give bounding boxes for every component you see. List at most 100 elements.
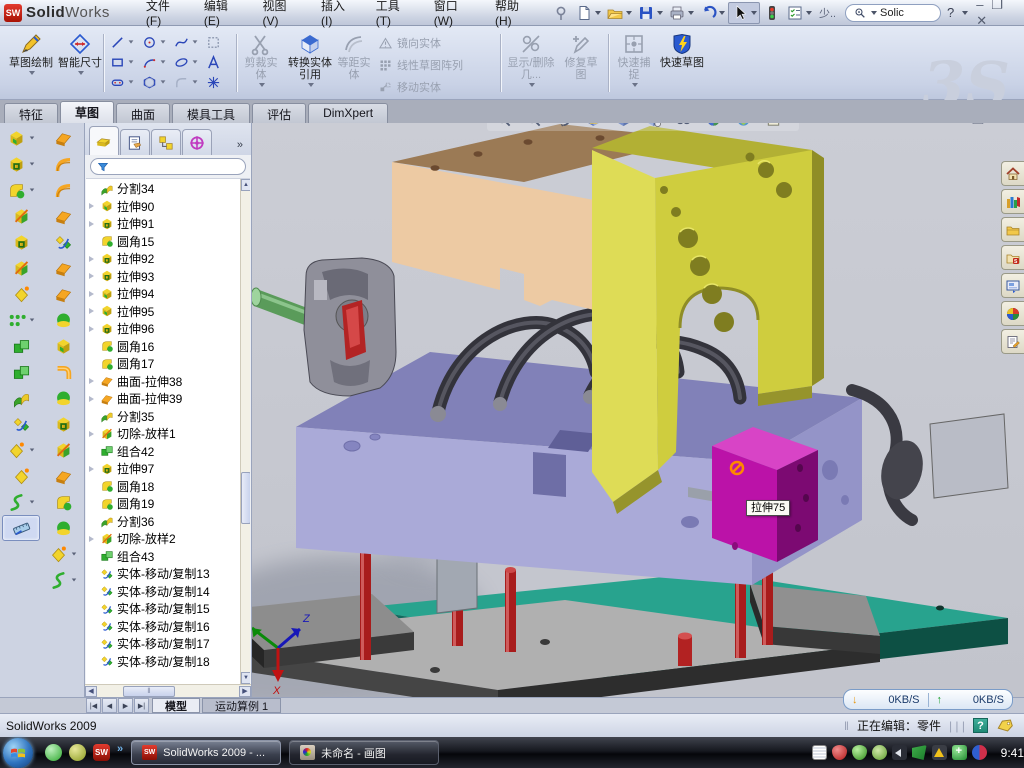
- view-tool-button[interactable]: [585, 123, 611, 128]
- tray-icon[interactable]: [872, 745, 887, 760]
- toolbar-button[interactable]: [44, 281, 82, 307]
- toolbar-button[interactable]: [44, 255, 82, 281]
- display-delete-relations-button[interactable]: 显示/删除几...: [506, 30, 556, 94]
- sketch-entity-button[interactable]: [106, 52, 138, 72]
- model-canvas[interactable]: Y Z X: [252, 123, 1024, 697]
- feature-tree-item[interactable]: 圆角15: [86, 233, 250, 251]
- search-dropdown-icon[interactable]: [871, 11, 877, 15]
- command-tab[interactable]: 特征: [4, 103, 58, 123]
- quick-toolbar-button[interactable]: [815, 3, 837, 23]
- feature-tree-item[interactable]: 实体-移动/复制13: [86, 565, 250, 583]
- feature-tree-item[interactable]: 实体-移动/复制17: [86, 635, 250, 653]
- feature-tree-item[interactable]: 拉伸95: [86, 303, 250, 321]
- feature-tree-item[interactable]: 拉伸91: [86, 215, 250, 233]
- tab-nav-button[interactable]: ◀: [102, 698, 117, 713]
- quick-toolbar-button[interactable]: [784, 3, 814, 23]
- model-fittings-right[interactable]: [852, 390, 1008, 520]
- feature-tree-item[interactable]: 实体-移动/复制14: [86, 583, 250, 601]
- taskbar-window-button[interactable]: SWSolidWorks 2009 - ...: [131, 740, 281, 765]
- mirror-entities-button[interactable]: 镜向实体: [378, 33, 494, 53]
- toolbar-button[interactable]: [44, 541, 82, 567]
- toolbar-button[interactable]: [44, 333, 82, 359]
- graphics-viewport[interactable]: Y Z X –❐✕ 拉伸75: [252, 123, 1024, 697]
- feature-tree-item[interactable]: 圆角17: [86, 355, 250, 373]
- move-entities-button[interactable]: 移动实体: [378, 77, 494, 97]
- tray-icon[interactable]: [952, 745, 967, 760]
- menu-item[interactable]: 帮助(H): [483, 0, 540, 32]
- feature-tree-item[interactable]: 组合43: [86, 548, 250, 566]
- start-button[interactable]: [3, 738, 33, 768]
- tray-icon[interactable]: [972, 745, 987, 760]
- dropdown-arrow-icon[interactable]: [688, 11, 694, 15]
- toolbar-button[interactable]: [2, 333, 40, 359]
- toolbar-button[interactable]: [2, 515, 40, 541]
- quick-toolbar-button[interactable]: [604, 3, 634, 23]
- task-pane-tab[interactable]: [1001, 161, 1024, 186]
- toolbar-button[interactable]: [2, 281, 40, 307]
- quick-toolbar-button[interactable]: [635, 3, 665, 23]
- dropdown-arrow-icon[interactable]: [626, 11, 632, 15]
- trim-entities-button[interactable]: 剪裁实体: [240, 30, 282, 94]
- toolbar-button[interactable]: [2, 437, 40, 463]
- quick-snaps-button[interactable]: 快速捕捉: [613, 30, 655, 94]
- sketch-entity-button[interactable]: [138, 72, 170, 92]
- scroll-down-icon[interactable]: ▼: [241, 672, 250, 684]
- tab-nav-button[interactable]: ▶: [118, 698, 133, 713]
- view-tool-button[interactable]: [735, 123, 761, 128]
- feature-tree-item[interactable]: 切除-放样2: [86, 530, 250, 548]
- sketch-button[interactable]: 草图绘制: [8, 30, 54, 94]
- feature-tree-item[interactable]: 实体-移动/复制16: [86, 618, 250, 636]
- quicklaunch-more-button[interactable]: »: [117, 743, 123, 755]
- repair-sketch-button[interactable]: 修复草图: [560, 30, 602, 94]
- feature-tree-item[interactable]: 拉伸90: [86, 198, 250, 216]
- expand-arrow-icon[interactable]: [89, 536, 97, 542]
- expand-arrow-icon[interactable]: [89, 221, 97, 227]
- toolbar-button[interactable]: [44, 359, 82, 385]
- doc-close-button[interactable]: ✕: [994, 123, 1016, 127]
- scroll-up-icon[interactable]: ▲: [241, 179, 250, 191]
- scrollbar-thumb[interactable]: ⫴: [123, 686, 175, 697]
- expand-arrow-icon[interactable]: [89, 273, 97, 279]
- feature-tree-item[interactable]: 分割36: [86, 513, 250, 531]
- search-box[interactable]: [845, 4, 941, 22]
- toolbar-button[interactable]: [2, 177, 40, 203]
- task-pane-tab[interactable]: [1001, 217, 1024, 242]
- model-sprue-bushing-gray[interactable]: [252, 258, 396, 396]
- view-tool-button[interactable]: [765, 123, 791, 128]
- command-tab[interactable]: DimXpert: [308, 103, 388, 123]
- tray-icon[interactable]: [812, 745, 827, 760]
- toolbar-button[interactable]: [44, 463, 82, 489]
- sketch-entity-button[interactable]: [170, 72, 202, 92]
- toolbar-button[interactable]: [2, 411, 40, 437]
- doc-minimize-button[interactable]: –: [954, 123, 972, 127]
- minimize-button[interactable]: –: [976, 0, 985, 12]
- task-pane-tab[interactable]: [1001, 245, 1024, 270]
- doc-restore-button[interactable]: ❐: [972, 123, 995, 127]
- view-tool-button[interactable]: [525, 123, 551, 128]
- feature-tree-item[interactable]: 拉伸93: [86, 268, 250, 286]
- feature-manager-tab[interactable]: [89, 126, 119, 155]
- toolbar-button[interactable]: [2, 463, 40, 489]
- quick-toolbar-button[interactable]: [697, 3, 727, 23]
- more-tabs-button[interactable]: »: [237, 139, 249, 155]
- task-pane-tab[interactable]: [1001, 301, 1024, 326]
- command-tab[interactable]: 草图: [60, 101, 114, 123]
- feature-manager-tab[interactable]: [120, 129, 150, 155]
- toolbar-button[interactable]: [44, 437, 82, 463]
- smart-dimension-button[interactable]: 智能尺寸: [58, 30, 102, 94]
- tab-motion-study[interactable]: 运动算例 1: [202, 698, 281, 713]
- toolbar-button[interactable]: [44, 385, 82, 411]
- toolbar-button[interactable]: [2, 489, 40, 515]
- tray-icon[interactable]: [912, 745, 927, 760]
- view-tool-button[interactable]: [675, 123, 701, 128]
- toolbar-button[interactable]: [44, 515, 82, 541]
- expand-arrow-icon[interactable]: [89, 396, 97, 402]
- sketch-entity-button[interactable]: [106, 72, 138, 92]
- task-pane-tab[interactable]: [1001, 189, 1024, 214]
- quick-toolbar-button[interactable]: [573, 3, 603, 23]
- help-dropdown-icon[interactable]: [962, 11, 968, 15]
- toolbar-button[interactable]: [44, 203, 82, 229]
- menu-item[interactable]: 文件(F): [134, 0, 190, 32]
- feature-tree-item[interactable]: 实体-移动/复制15: [86, 600, 250, 618]
- scrollbar-thumb[interactable]: [241, 472, 250, 524]
